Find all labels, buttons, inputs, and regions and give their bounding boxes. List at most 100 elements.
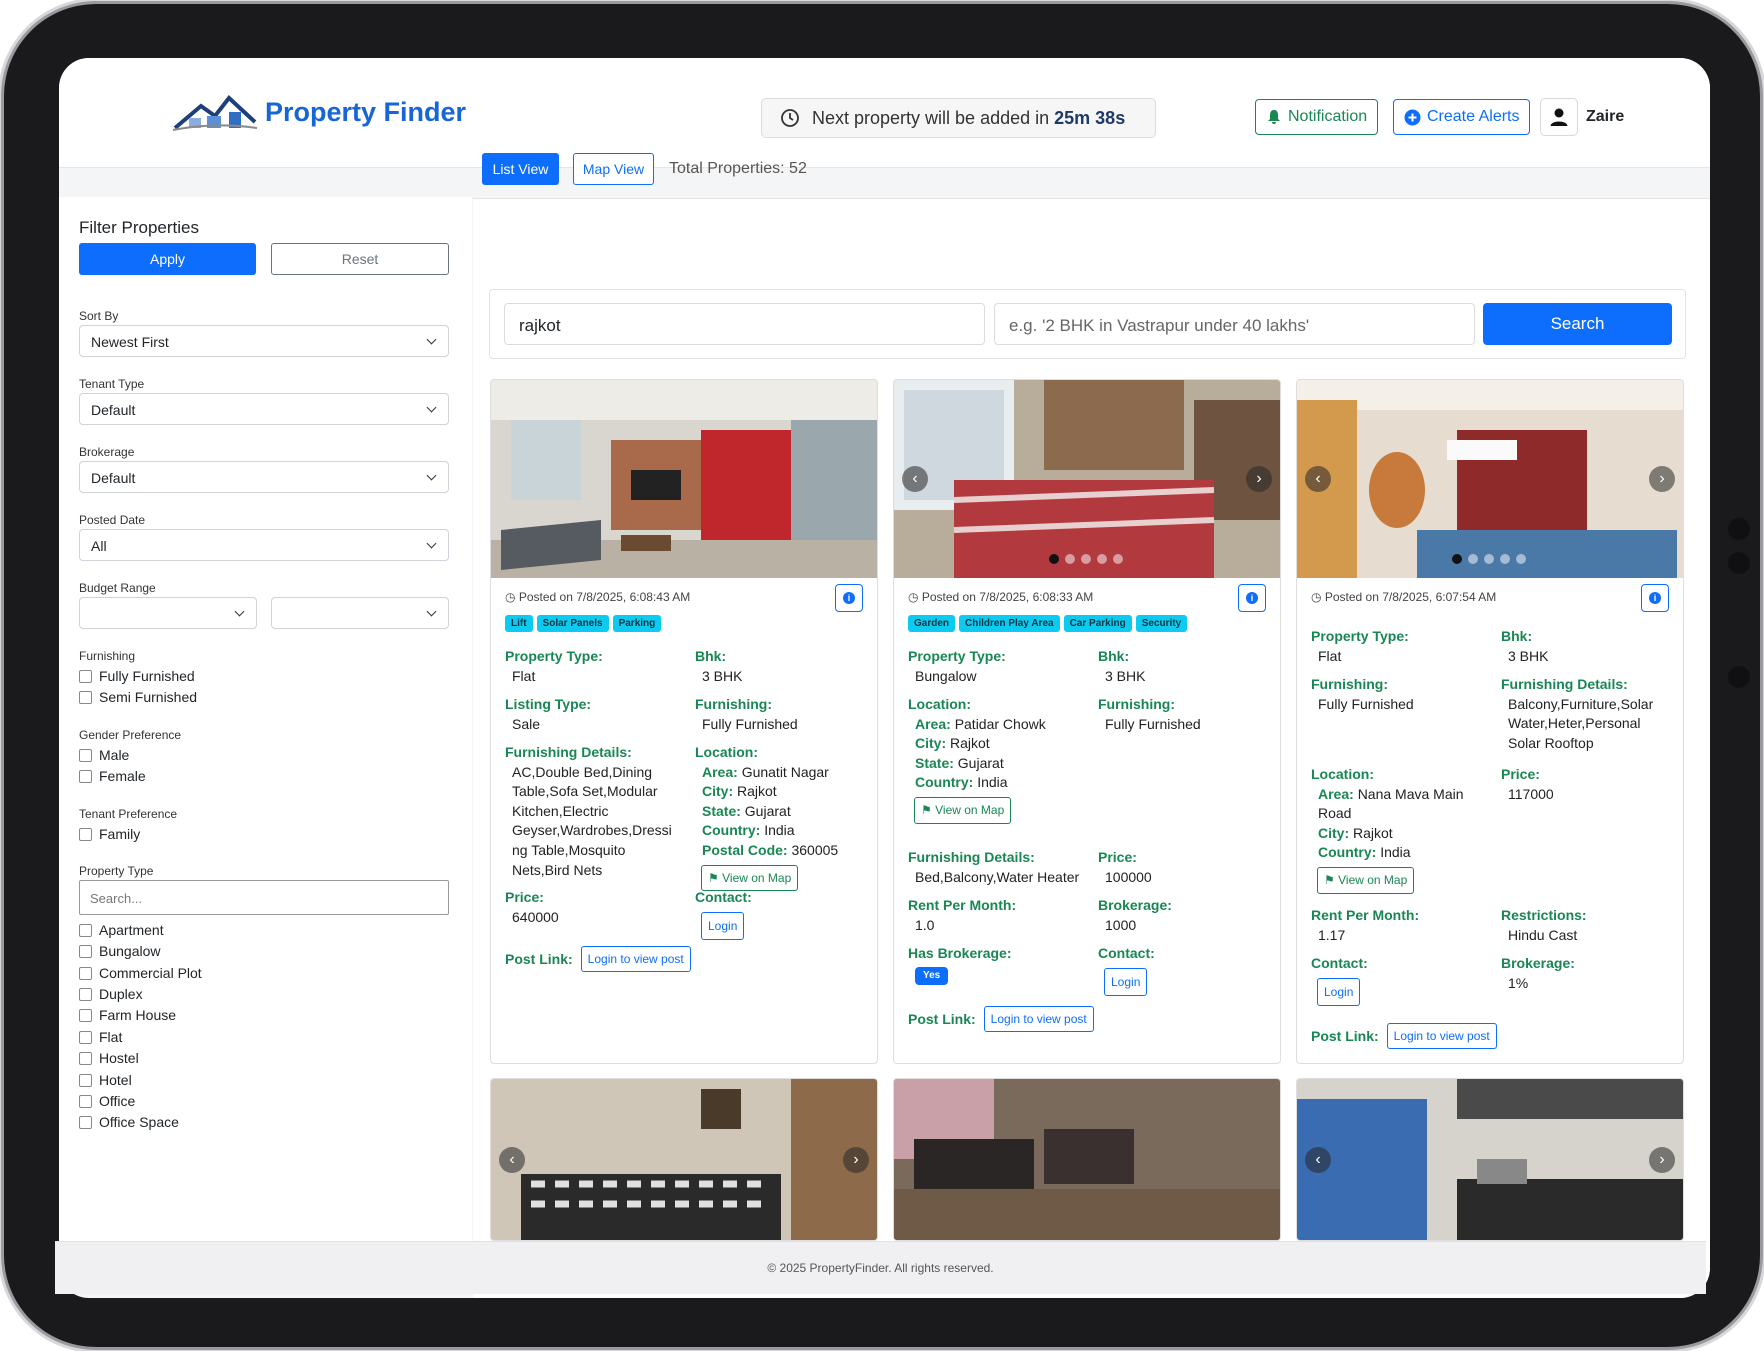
prev-photo-button[interactable]: ‹ bbox=[902, 466, 928, 492]
prev-photo-button[interactable]: ‹ bbox=[499, 1147, 525, 1173]
field-label: Post Link: bbox=[1311, 1028, 1379, 1044]
login-to-view-post-button[interactable]: Login to view post bbox=[580, 946, 691, 972]
checkbox-semi-furnished[interactable]: Semi Furnished bbox=[79, 689, 197, 705]
next-photo-button[interactable]: › bbox=[843, 1147, 869, 1173]
checkbox-label: Semi Furnished bbox=[99, 689, 198, 705]
brokerage-select[interactable]: Default bbox=[79, 461, 449, 493]
checkbox-hostel[interactable]: Hostel bbox=[79, 1050, 139, 1066]
apply-button[interactable]: Apply bbox=[79, 243, 256, 275]
reset-button[interactable]: Reset bbox=[271, 243, 449, 275]
field-bhk: Bhk: 3 BHK bbox=[695, 647, 865, 686]
property-photo[interactable]: ‹ › bbox=[1297, 380, 1683, 578]
field-furnishing-details: Furnishing Details: Balcony,Furniture,Sol… bbox=[1501, 675, 1676, 753]
total-properties: Total Properties: 52 bbox=[669, 160, 807, 177]
property-type-search-input[interactable]: Search... bbox=[79, 880, 449, 915]
checkbox-box[interactable] bbox=[79, 827, 92, 841]
posted-date-select[interactable]: All bbox=[79, 529, 449, 561]
login-to-view-post-button[interactable]: Login to view post bbox=[983, 1006, 1094, 1032]
field-location: Location: Area: Gunatit Nagar City: Rajk… bbox=[695, 743, 870, 892]
checkbox-duplex[interactable]: Duplex bbox=[79, 986, 143, 1002]
property-photo[interactable] bbox=[491, 380, 877, 578]
checkbox-box[interactable] bbox=[79, 669, 92, 683]
checkbox-box[interactable] bbox=[79, 690, 92, 704]
photo-dot[interactable] bbox=[1049, 554, 1059, 564]
field-price: Price: 100000 bbox=[1098, 848, 1268, 887]
checkbox-box[interactable] bbox=[79, 1030, 92, 1044]
prev-photo-button[interactable]: ‹ bbox=[1305, 1147, 1331, 1173]
login-button[interactable]: Login bbox=[1317, 977, 1361, 1007]
checkbox-office[interactable]: Office bbox=[79, 1093, 135, 1109]
checkbox-box[interactable] bbox=[79, 1073, 92, 1087]
checkbox-box[interactable] bbox=[79, 1115, 92, 1129]
checkbox-flat[interactable]: Flat bbox=[79, 1029, 122, 1045]
property-card bbox=[893, 1078, 1281, 1241]
checkbox-box[interactable] bbox=[79, 966, 92, 980]
property-photo[interactable]: ‹ › bbox=[491, 1079, 877, 1240]
login-button[interactable]: Login bbox=[701, 911, 745, 941]
notification-button[interactable]: Notification bbox=[1255, 99, 1379, 135]
location-input[interactable]: rajkot bbox=[504, 303, 985, 345]
checkbox-box[interactable] bbox=[79, 769, 92, 783]
checkbox-box[interactable] bbox=[79, 748, 92, 762]
field-label: Price: bbox=[1098, 849, 1137, 865]
login-button[interactable]: Login bbox=[1104, 967, 1148, 997]
photo-dot[interactable] bbox=[1516, 554, 1526, 564]
next-photo-button[interactable]: › bbox=[1649, 466, 1675, 492]
checkbox-box[interactable] bbox=[79, 1051, 92, 1065]
login-to-view-post-button[interactable]: Login to view post bbox=[1386, 1023, 1497, 1049]
checkbox-label: Fully Furnished bbox=[99, 668, 195, 684]
map-icon: ⚑ bbox=[921, 802, 932, 817]
property-photo[interactable]: ‹ › bbox=[1297, 1079, 1683, 1240]
create-alerts-button[interactable]: Create Alerts bbox=[1393, 99, 1531, 135]
tenant-type-select[interactable]: Default bbox=[79, 393, 449, 425]
info-button[interactable]: i bbox=[1238, 584, 1266, 612]
tab-map-view[interactable]: Map View bbox=[573, 153, 654, 185]
checkbox-office-space[interactable]: Office Space bbox=[79, 1114, 179, 1130]
checkbox-family[interactable]: Family bbox=[79, 826, 140, 842]
checkbox-commercial-plot[interactable]: Commercial Plot bbox=[79, 965, 202, 981]
next-photo-button[interactable]: › bbox=[1649, 1147, 1675, 1173]
photo-dot[interactable] bbox=[1097, 554, 1107, 564]
field-bhk: Bhk: 3 BHK bbox=[1501, 627, 1671, 666]
photo-dot[interactable] bbox=[1500, 554, 1510, 564]
checkbox-box[interactable] bbox=[79, 944, 92, 958]
clock-icon: ◷ bbox=[505, 590, 516, 604]
property-photo[interactable] bbox=[894, 1079, 1280, 1240]
query-input[interactable]: e.g. '2 BHK in Vastrapur under 40 lakhs' bbox=[994, 303, 1475, 345]
checkbox-bungalow[interactable]: Bungalow bbox=[79, 943, 161, 959]
checkbox-male[interactable]: Male bbox=[79, 747, 129, 763]
view-on-map-button[interactable]: ⚑ View on Map bbox=[914, 796, 1012, 824]
tab-list-view[interactable]: List View bbox=[482, 153, 559, 185]
photo-dot[interactable] bbox=[1065, 554, 1075, 564]
photo-dot[interactable] bbox=[1081, 554, 1091, 564]
view-on-map-button[interactable]: ⚑ View on Map bbox=[1317, 866, 1415, 894]
field-label: Area: bbox=[702, 763, 738, 780]
logo[interactable]: Property Finder bbox=[171, 92, 466, 132]
checkbox-box[interactable] bbox=[79, 987, 92, 1001]
checkbox-female[interactable]: Female bbox=[79, 768, 146, 784]
user-avatar-button[interactable] bbox=[1540, 98, 1578, 136]
photo-dot[interactable] bbox=[1452, 554, 1462, 564]
checkbox-fully-furnished[interactable]: Fully Furnished bbox=[79, 668, 195, 684]
posted-text: Posted on 7/8/2025, 6:08:43 AM bbox=[518, 590, 691, 604]
sort-by-select[interactable]: Newest First bbox=[79, 325, 449, 357]
checkbox-farm-house[interactable]: Farm House bbox=[79, 1007, 176, 1023]
property-photo[interactable]: ‹ › bbox=[894, 380, 1280, 578]
checkbox-apartment[interactable]: Apartment bbox=[79, 922, 164, 938]
field-value: Patidar Chowk bbox=[954, 715, 1046, 732]
checkbox-box[interactable] bbox=[79, 1094, 92, 1108]
photo-dot[interactable] bbox=[1468, 554, 1478, 564]
prev-photo-button[interactable]: ‹ bbox=[1305, 466, 1331, 492]
checkbox-hotel[interactable]: Hotel bbox=[79, 1072, 132, 1088]
checkbox-box[interactable] bbox=[79, 1008, 92, 1022]
photo-dot[interactable] bbox=[1484, 554, 1494, 564]
photo-dot[interactable] bbox=[1113, 554, 1123, 564]
checkbox-box[interactable] bbox=[79, 923, 92, 937]
next-photo-button[interactable]: › bbox=[1246, 466, 1272, 492]
info-button[interactable]: i bbox=[1641, 584, 1669, 612]
search-button[interactable]: Search bbox=[1483, 303, 1672, 345]
info-button[interactable]: i bbox=[835, 584, 863, 612]
budget-min-select[interactable] bbox=[79, 597, 257, 629]
timer-value: 25m 38s bbox=[1054, 107, 1126, 128]
budget-max-select[interactable] bbox=[271, 597, 449, 629]
